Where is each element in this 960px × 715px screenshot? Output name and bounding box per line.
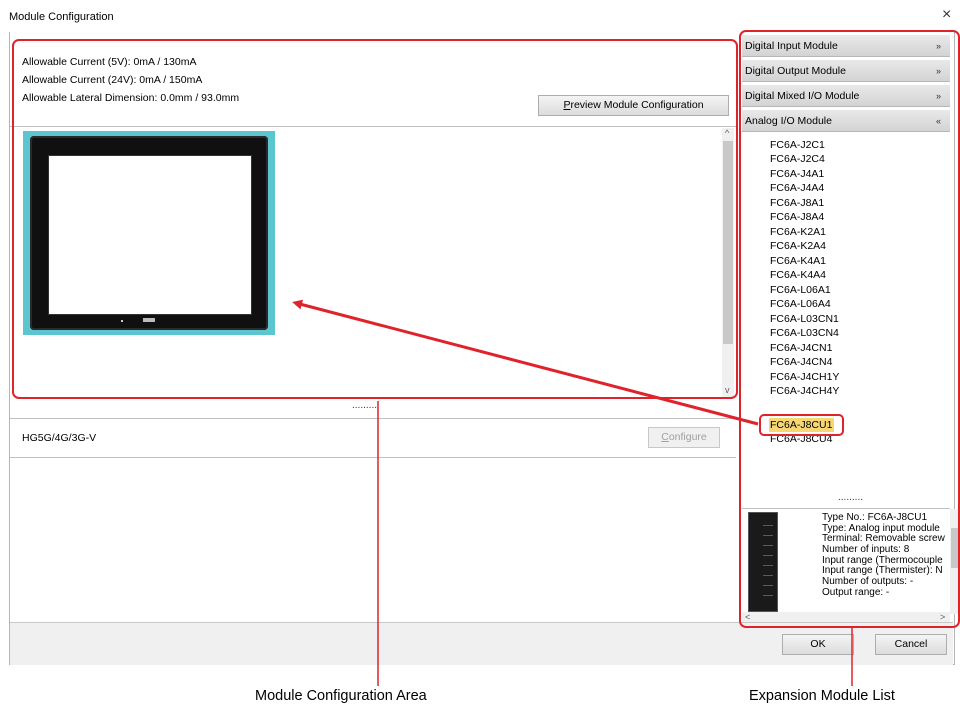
title-bar	[0, 0, 960, 32]
cancel-button[interactable]: Cancel	[875, 634, 947, 655]
configure-button[interactable]: Configure	[648, 427, 720, 448]
config-area-callout-box	[12, 39, 738, 399]
config-area-caption: Module Configuration Area	[255, 688, 427, 704]
configure-accel-key: C	[661, 431, 669, 443]
configure-button-label: onfigure	[668, 431, 707, 443]
model-row	[10, 418, 736, 458]
model-name: HG5G/4G/3G-V	[22, 432, 97, 444]
selected-module-callout	[759, 414, 844, 436]
module-list-callout-box	[739, 30, 960, 628]
window-title: Module Configuration	[9, 11, 114, 23]
close-icon[interactable]: ×	[942, 6, 951, 24]
module-list-caption: Expansion Module List	[749, 688, 895, 704]
splitter-grip[interactable]: .........	[352, 400, 377, 411]
ok-button[interactable]: OK	[782, 634, 854, 655]
